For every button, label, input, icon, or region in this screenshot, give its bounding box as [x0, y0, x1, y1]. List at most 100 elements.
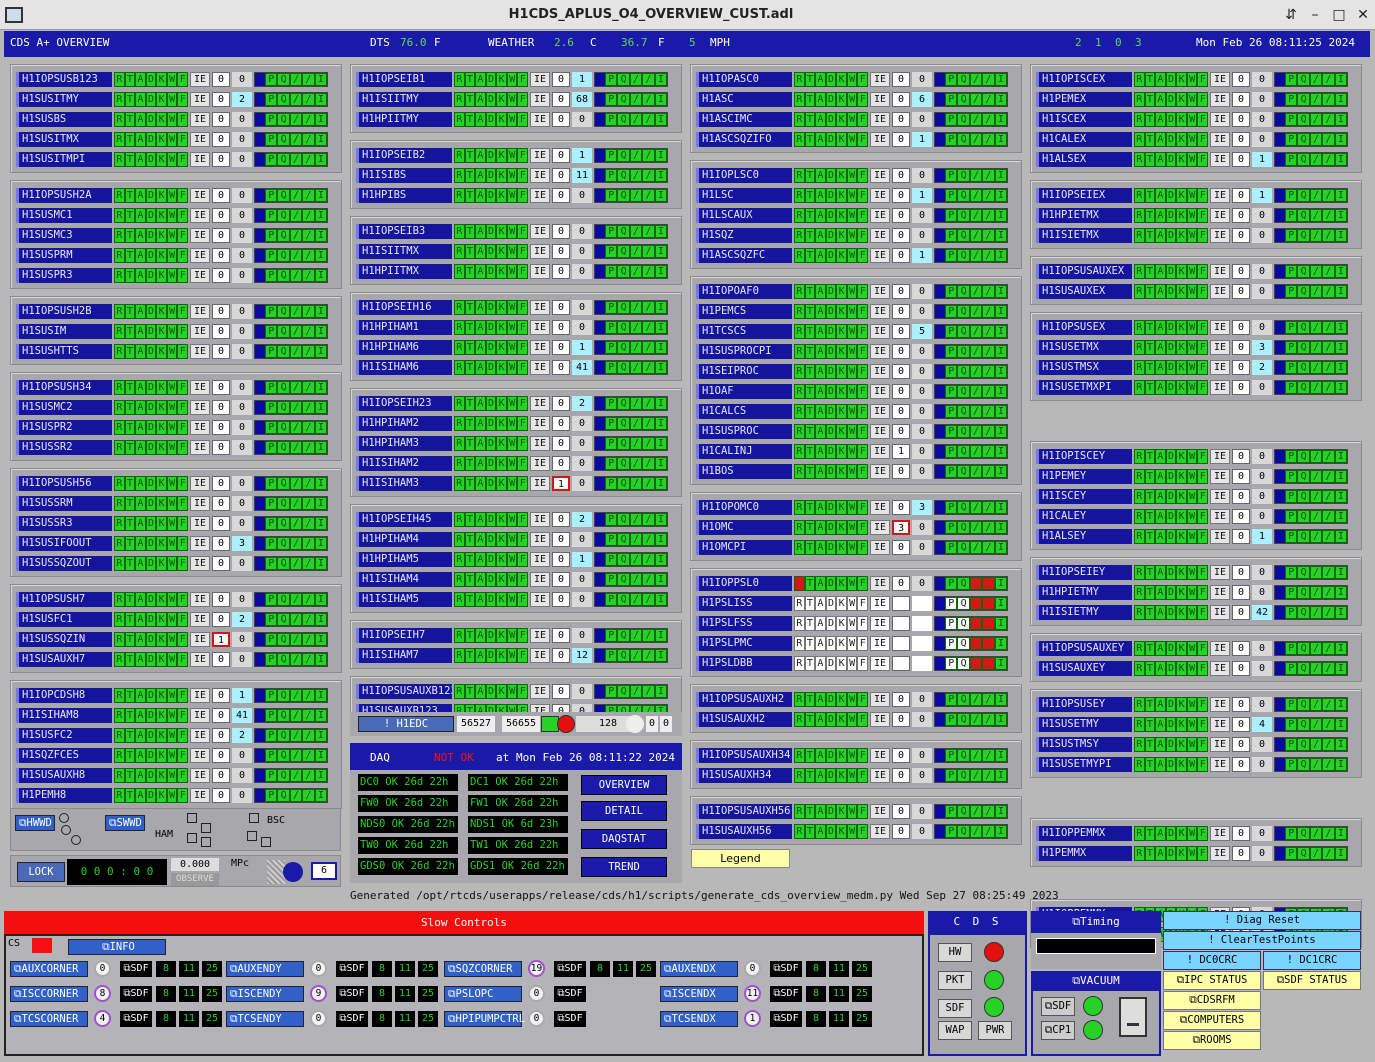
- sdf-button[interactable]: ⧉SDF: [554, 961, 586, 977]
- model-name-button[interactable]: H1OAF: [696, 383, 792, 399]
- model-name-button[interactable]: H1IOPSEIH45: [356, 511, 452, 527]
- model-name-button[interactable]: H1ISIHAM3: [356, 475, 452, 491]
- sdf-button[interactable]: ⧉SDF: [770, 986, 802, 1002]
- model-name-button[interactable]: H1CALEX: [1036, 131, 1132, 147]
- model-name-button[interactable]: H1SUSSR3: [16, 515, 112, 531]
- model-name-button[interactable]: H1ISIHAM8: [16, 707, 112, 723]
- close-button[interactable]: ✕: [1351, 7, 1375, 23]
- model-name-button[interactable]: H1SUSAUXH34: [696, 767, 792, 783]
- model-name-button[interactable]: H1CALEY: [1036, 508, 1132, 524]
- model-name-button[interactable]: H1ISIITMY: [356, 91, 452, 107]
- model-name-button[interactable]: H1HPIITMY: [356, 111, 452, 127]
- model-name-button[interactable]: H1SUSAUXEY: [1036, 660, 1132, 676]
- swwd-button[interactable]: ⧉SWWD: [105, 815, 145, 831]
- vacuum-button[interactable]: ⧉VACUUM: [1031, 971, 1161, 991]
- model-name-button[interactable]: H1IOPSEIB3: [356, 223, 452, 239]
- model-name-button[interactable]: H1PEMEX: [1036, 91, 1132, 107]
- model-name-button[interactable]: H1LSCAUX: [696, 207, 792, 223]
- model-name-button[interactable]: H1PEMH8: [16, 787, 112, 803]
- model-name-button[interactable]: H1ISCEY: [1036, 488, 1132, 504]
- model-name-button[interactable]: H1SUSMC2: [16, 399, 112, 415]
- model-name-button[interactable]: H1HPIHAM2: [356, 415, 452, 431]
- model-name-button[interactable]: H1IOPSUSAUXEX: [1036, 263, 1132, 279]
- model-name-button[interactable]: H1ISIHAM7: [356, 647, 452, 663]
- model-name-button[interactable]: H1HPIBS: [356, 187, 452, 203]
- model-name-button[interactable]: H1ISIETMX: [1036, 227, 1132, 243]
- slow-control-button[interactable]: ⧉AUXCORNER: [10, 961, 88, 977]
- sdf-button[interactable]: ⧉SDF: [336, 986, 368, 1002]
- model-name-button[interactable]: H1SUSETMXPI: [1036, 379, 1132, 395]
- model-name-button[interactable]: H1IOPSUSH2B: [16, 303, 112, 319]
- model-name-button[interactable]: H1HPIHAM3: [356, 435, 452, 451]
- model-name-button[interactable]: H1ISIBS: [356, 167, 452, 183]
- model-name-button[interactable]: H1CALINJ: [696, 443, 792, 459]
- slow-control-button[interactable]: ⧉ISCENDY: [226, 986, 304, 1002]
- model-name-button[interactable]: H1IOPSEIEX: [1036, 187, 1132, 203]
- model-name-button[interactable]: H1IOPSUSAUXH2: [696, 691, 792, 707]
- slow-control-button[interactable]: ⧉TCSENDY: [226, 1011, 304, 1027]
- model-name-button[interactable]: H1SUSETMYPI: [1036, 756, 1132, 772]
- model-name-button[interactable]: H1IOPSUSB123: [16, 71, 112, 87]
- model-name-button[interactable]: H1TCSCS: [696, 323, 792, 339]
- model-name-button[interactable]: H1IOPLSC0: [696, 167, 792, 183]
- model-name-button[interactable]: H1SUSSRM: [16, 495, 112, 511]
- model-name-button[interactable]: H1IOPSUSEX: [1036, 319, 1132, 335]
- sdf-button[interactable]: ⧉SDF: [554, 986, 586, 1002]
- timing-button[interactable]: ⧉Timing: [1031, 911, 1161, 933]
- model-name-button[interactable]: H1SUSETMX: [1036, 339, 1132, 355]
- lock-button[interactable]: LOCK: [17, 862, 65, 882]
- model-name-button[interactable]: H1IOPSUSH56: [16, 475, 112, 491]
- model-name-button[interactable]: H1SUSHTTS: [16, 343, 112, 359]
- slow-control-button[interactable]: ⧉TCSENDX: [660, 1011, 738, 1027]
- model-name-button[interactable]: H1SUSTMSX: [1036, 359, 1132, 375]
- model-name-button[interactable]: H1IOPSUSAUXB123: [356, 683, 452, 699]
- sdf-button[interactable]: ⧉SDF: [120, 1011, 152, 1027]
- model-name-button[interactable]: H1SUSBS: [16, 111, 112, 127]
- model-name-button[interactable]: H1IOPSEIH23: [356, 395, 452, 411]
- model-name-button[interactable]: H1IOPCDSH8: [16, 687, 112, 703]
- model-name-button[interactable]: H1ISIITMX: [356, 243, 452, 259]
- model-name-button[interactable]: H1SQZ: [696, 227, 792, 243]
- model-name-button[interactable]: H1BOS: [696, 463, 792, 479]
- model-name-button[interactable]: H1HPIHAM1: [356, 319, 452, 335]
- slow-control-button[interactable]: ⧉TCSCORNER: [10, 1011, 88, 1027]
- info-button[interactable]: ⧉INFO: [68, 939, 166, 955]
- dc1crc-button[interactable]: ! DC1CRC: [1263, 951, 1361, 970]
- model-name-button[interactable]: H1IOPSEIH16: [356, 299, 452, 315]
- diag-reset-button[interactable]: ! Diag Reset: [1163, 911, 1361, 930]
- model-name-button[interactable]: H1IOPSUSAUXH34: [696, 747, 792, 763]
- model-name-button[interactable]: H1SUSITMX: [16, 131, 112, 147]
- unmaximize-icon[interactable]: ⇵: [1279, 7, 1303, 23]
- model-name-button[interactable]: H1SUSTMSY: [1036, 736, 1132, 752]
- hwwd-button[interactable]: ⧉HWWD: [15, 815, 55, 831]
- model-name-button[interactable]: H1SUSPR2: [16, 419, 112, 435]
- model-name-button[interactable]: H1SUSSQZIN: [16, 631, 112, 647]
- sdf-button[interactable]: ⧉SDF: [336, 961, 368, 977]
- legend-button[interactable]: Legend: [691, 849, 790, 868]
- model-name-button[interactable]: H1OMCPI: [696, 539, 792, 555]
- model-name-button[interactable]: H1LSC: [696, 187, 792, 203]
- model-name-button[interactable]: H1SUSIFOOUT: [16, 535, 112, 551]
- model-name-button[interactable]: H1ISIHAM2: [356, 455, 452, 471]
- slow-control-button[interactable]: ⧉ISCCORNER: [10, 986, 88, 1002]
- model-name-button[interactable]: H1IOPSUSEY: [1036, 696, 1132, 712]
- slow-control-button[interactable]: ⧉SQZCORNER: [444, 961, 522, 977]
- model-name-button[interactable]: H1PSLDBB: [696, 655, 792, 671]
- model-name-button[interactable]: H1IOPSUSH7: [16, 591, 112, 607]
- sdf-button[interactable]: ⧉SDF: [336, 1011, 368, 1027]
- edc-button[interactable]: ! H1EDC: [358, 716, 454, 732]
- model-name-button[interactable]: H1IOPSEIB1: [356, 71, 452, 87]
- dc0crc-button[interactable]: ! DC0CRC: [1163, 951, 1261, 970]
- sdf-button[interactable]: ⧉SDF: [554, 1011, 586, 1027]
- model-name-button[interactable]: H1ALSEX: [1036, 151, 1132, 167]
- model-name-button[interactable]: H1IOPSUSH34: [16, 379, 112, 395]
- model-name-button[interactable]: H1SUSMC1: [16, 207, 112, 223]
- slow-control-button[interactable]: ⧉HPIPUMPCTRL: [444, 1011, 525, 1027]
- ipc-status-button[interactable]: ⧉IPC STATUS: [1163, 971, 1261, 990]
- pkt-button[interactable]: PKT: [938, 971, 972, 990]
- sdf-button[interactable]: SDF: [938, 999, 972, 1018]
- model-name-button[interactable]: H1PSLFSS: [696, 615, 792, 631]
- model-name-button[interactable]: H1IOPASC0: [696, 71, 792, 87]
- model-name-button[interactable]: H1IOPSUSH2A: [16, 187, 112, 203]
- rooms-button[interactable]: ⧉ROOMS: [1163, 1031, 1261, 1050]
